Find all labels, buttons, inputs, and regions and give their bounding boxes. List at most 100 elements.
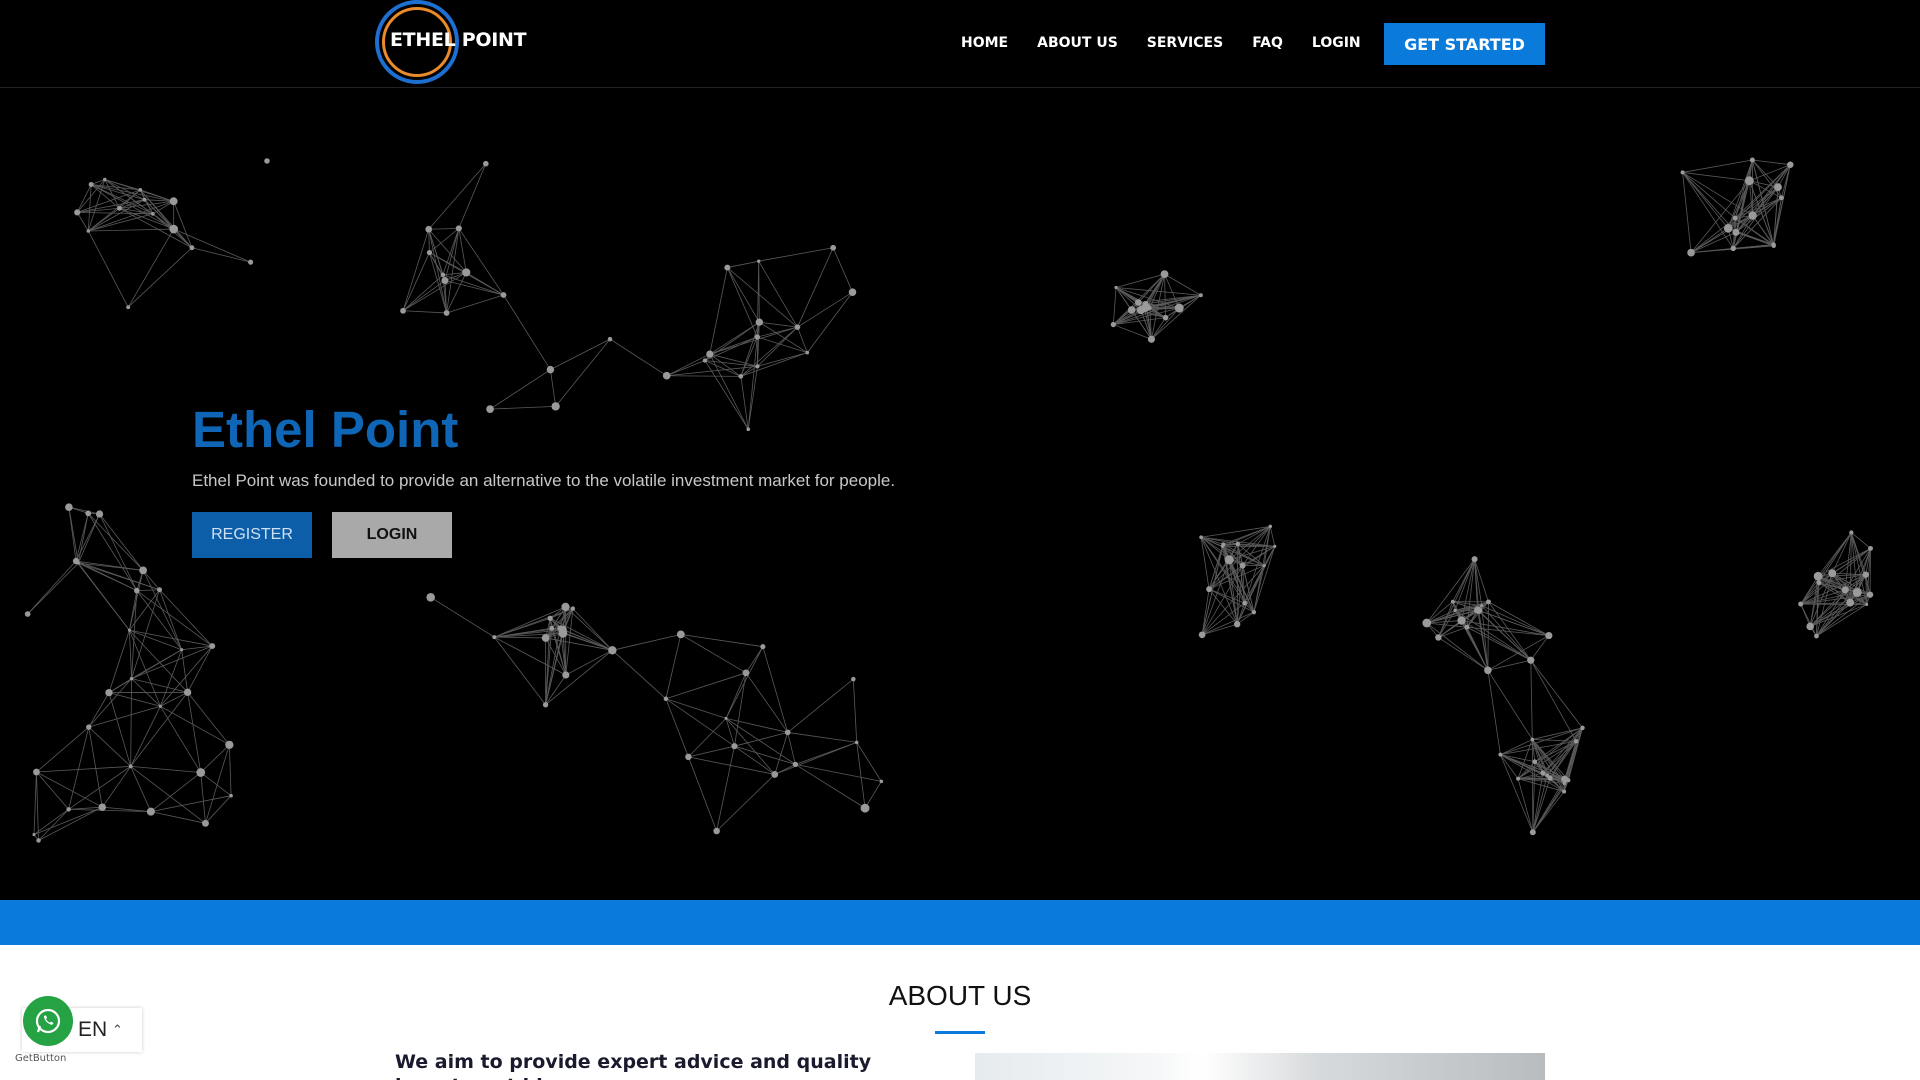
logo[interactable]: ETHEL POINT [375, 0, 535, 84]
network-node [169, 224, 179, 234]
network-node [1268, 524, 1273, 529]
network-node [1852, 587, 1862, 597]
network-node [1474, 606, 1482, 614]
network-node [1573, 739, 1579, 744]
network-node [209, 643, 216, 650]
register-button[interactable]: REGISTER [192, 512, 312, 558]
network-node [738, 374, 744, 379]
network-line [797, 247, 834, 328]
network-node [1562, 781, 1567, 786]
network-line [428, 227, 459, 230]
network-node [1135, 299, 1142, 306]
network-node [157, 587, 162, 593]
network-line [745, 646, 764, 674]
network-line [68, 726, 90, 810]
getbutton-credit: GetButton [15, 1053, 67, 1064]
network-node [24, 611, 31, 617]
network-node [1127, 306, 1136, 314]
network-line [709, 353, 758, 367]
network-line [555, 338, 611, 407]
network-line [108, 692, 161, 707]
network-line [1682, 159, 1753, 173]
network-line [1487, 670, 1501, 755]
network-line [1452, 558, 1475, 602]
network-line [1816, 589, 1846, 637]
hero-section: Ethel Point Ethel Point was founded to p… [0, 88, 1920, 900]
network-line [665, 698, 735, 747]
network-line [734, 732, 788, 747]
nav-login[interactable]: LOGIN [1312, 35, 1361, 51]
whatsapp-icon [35, 1008, 61, 1034]
network-line [1682, 172, 1737, 233]
network-line [704, 360, 758, 367]
network-line [127, 228, 175, 308]
network-line [160, 649, 183, 707]
network-line [758, 247, 834, 262]
network-line [130, 766, 201, 773]
network-node [500, 292, 507, 298]
network-line [159, 589, 183, 650]
network-node [1771, 242, 1776, 247]
chevron-up-icon: ⌃ [112, 1022, 123, 1037]
network-line [665, 698, 689, 758]
login-button[interactable]: LOGIN [332, 512, 452, 558]
network-line [403, 310, 447, 314]
network-node [33, 768, 40, 776]
network-node [1866, 591, 1874, 598]
hero-buttons: REGISTER LOGIN [192, 512, 895, 558]
network-line [565, 606, 613, 651]
nav-about-us[interactable]: ABOUT US [1037, 35, 1118, 51]
network-node [685, 753, 692, 761]
network-line [33, 772, 37, 835]
network-line [1800, 603, 1817, 637]
network-node [851, 676, 856, 682]
network-line [1810, 604, 1867, 627]
network-line [680, 634, 763, 648]
network-line [1530, 635, 1550, 661]
whatsapp-button[interactable] [23, 996, 73, 1046]
network-node [1849, 530, 1854, 535]
network-node [830, 244, 837, 251]
network-line [1113, 324, 1152, 340]
network-line [108, 678, 132, 693]
network-line [402, 229, 430, 311]
network-line [1200, 537, 1210, 590]
network-line [1223, 526, 1271, 545]
network-node [542, 702, 549, 708]
network-line [1481, 605, 1550, 636]
network-node [1242, 600, 1248, 606]
network-node [546, 365, 555, 374]
network-line [68, 506, 100, 515]
network-line [466, 272, 504, 296]
network-line [119, 207, 193, 249]
network-line [795, 742, 857, 765]
network-line [1530, 659, 1583, 729]
network-line [1532, 791, 1565, 833]
network-line [806, 291, 853, 353]
network-line [725, 718, 735, 747]
network-line [99, 513, 138, 591]
network-node [1778, 195, 1784, 201]
network-node [1162, 314, 1169, 321]
network-node [1110, 321, 1116, 328]
network-line [1201, 565, 1265, 636]
network-node [1816, 580, 1822, 586]
nav-home[interactable]: HOME [961, 35, 1008, 51]
network-line [1532, 778, 1551, 833]
network-node [1806, 622, 1814, 631]
network-line [136, 589, 160, 591]
network-node [1147, 335, 1155, 343]
network-node [541, 634, 550, 642]
network-node [1732, 228, 1740, 236]
network-node [462, 268, 471, 277]
network-node [1516, 776, 1521, 781]
network-line [727, 267, 798, 328]
network-node [1422, 618, 1432, 628]
nav-services[interactable]: SERVICES [1147, 35, 1223, 51]
get-started-button[interactable]: GET STARTED [1384, 23, 1545, 65]
network-node [1865, 602, 1869, 606]
network-node [1828, 569, 1837, 578]
network-line [27, 562, 79, 615]
network-line [27, 560, 77, 615]
nav-faq[interactable]: FAQ [1252, 35, 1283, 51]
